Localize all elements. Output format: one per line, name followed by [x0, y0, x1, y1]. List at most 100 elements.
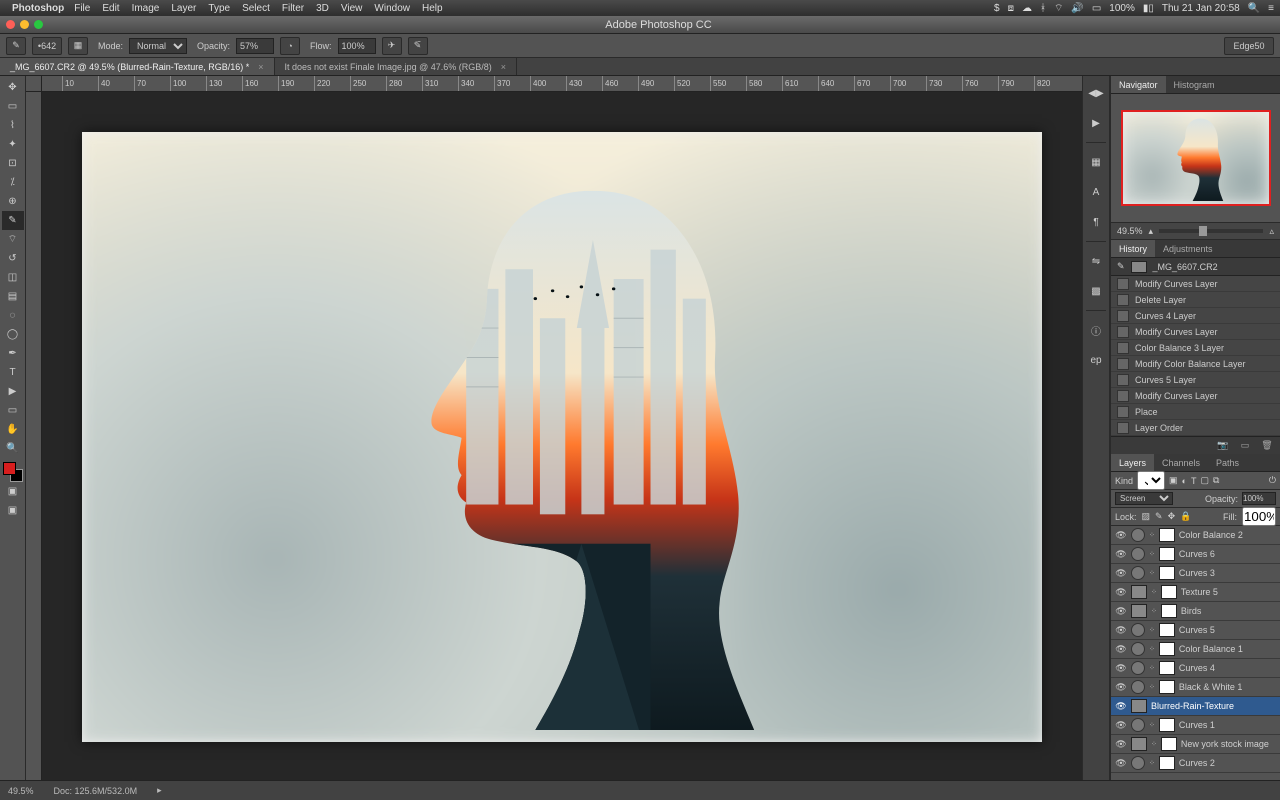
ruler-corner[interactable] — [26, 76, 42, 92]
history-source-row[interactable]: ✎ _MG_6607.CR2 — [1111, 258, 1280, 276]
navigator-zoom-slider[interactable]: 49.5% ▴ ▵ — [1111, 222, 1280, 240]
panel-handle-icon[interactable]: ◀▶ — [1085, 82, 1107, 104]
link-icon[interactable]: ⁘ — [1149, 759, 1155, 767]
color-swatches[interactable] — [3, 462, 23, 482]
move-tool[interactable]: ✥ — [2, 78, 24, 97]
layer-visibility-icon[interactable]: 👁 — [1115, 549, 1127, 560]
layer-row[interactable]: 👁⁘Curves 5 — [1111, 621, 1280, 640]
layer-thumbnail[interactable] — [1131, 585, 1147, 599]
status-dropbox-icon[interactable]: ⧈ — [1008, 3, 1014, 14]
link-icon[interactable]: ⁘ — [1149, 550, 1155, 558]
layer-mask-thumbnail[interactable] — [1161, 737, 1177, 751]
layer-thumbnail[interactable] — [1131, 699, 1147, 713]
filter-adjust-icon[interactable]: ◐ — [1182, 476, 1187, 486]
zoom-tool[interactable]: 🔍 — [2, 439, 24, 458]
document-tab-0[interactable]: _MG_6607.CR2 @ 49.5% (Blurred-Rain-Textu… — [0, 58, 275, 75]
lock-pos-icon[interactable]: ✥ — [1168, 511, 1176, 522]
menu-edit[interactable]: Edit — [102, 3, 119, 14]
layer-name[interactable]: Curves 1 — [1179, 720, 1276, 730]
ep-icon[interactable]: ep — [1085, 349, 1107, 371]
lasso-tool[interactable]: ⌇ — [2, 116, 24, 135]
quick-mask-icon[interactable]: ▣ — [2, 482, 24, 501]
document-tab-1[interactable]: It does not exist Finale Image.jpg @ 47.… — [275, 58, 518, 75]
layer-visibility-icon[interactable]: 👁 — [1115, 739, 1127, 750]
link-icon[interactable]: ⁘ — [1151, 740, 1157, 748]
layer-mask-thumbnail[interactable] — [1159, 756, 1175, 770]
layer-visibility-icon[interactable]: 👁 — [1115, 644, 1127, 655]
vertical-ruler[interactable] — [26, 92, 42, 780]
link-icon[interactable]: ⁘ — [1151, 588, 1157, 596]
brush-tool[interactable]: ✎ — [2, 211, 24, 230]
layer-name[interactable]: New york stock image — [1181, 739, 1276, 749]
history-item[interactable]: Modify Curves Layer — [1111, 276, 1280, 292]
status-clock[interactable]: Thu 21 Jan 20:58 — [1162, 3, 1240, 14]
menu-extras-icon[interactable]: ≡ — [1268, 3, 1274, 14]
layer-visibility-icon[interactable]: 👁 — [1115, 758, 1127, 769]
layer-row[interactable]: 👁⁘Texture 5 — [1111, 583, 1280, 602]
layer-thumbnail[interactable] — [1131, 604, 1147, 618]
marquee-tool[interactable]: ▭ — [2, 97, 24, 116]
info-icon[interactable]: ⓘ — [1085, 319, 1107, 341]
horizontal-ruler[interactable]: 1040701001301601902202502803103403704004… — [42, 76, 1082, 92]
history-item[interactable]: Modify Color Balance Layer — [1111, 356, 1280, 372]
link-icon[interactable]: ⁘ — [1149, 645, 1155, 653]
status-bluetooth-icon[interactable]: ᚼ — [1040, 3, 1046, 14]
brush-panel-icon[interactable]: ▦ — [68, 37, 88, 55]
histogram-tab[interactable]: Histogram — [1166, 76, 1223, 93]
adjustments-tab[interactable]: Adjustments — [1155, 240, 1221, 257]
tool-preset-icon[interactable]: ✎ — [6, 37, 26, 55]
layer-visibility-icon[interactable]: 👁 — [1115, 530, 1127, 541]
layers-kind-select[interactable]: ⌄ — [1137, 471, 1165, 490]
blur-tool[interactable]: ◌ — [2, 306, 24, 325]
layer-visibility-icon[interactable]: 👁 — [1115, 606, 1127, 617]
filter-pixel-icon[interactable]: ▣ — [1169, 475, 1178, 486]
history-camera-icon[interactable]: 📷 — [1216, 439, 1230, 453]
path-select-tool[interactable]: ▶ — [2, 382, 24, 401]
size-pressure-icon[interactable]: ✎̃ — [408, 37, 428, 55]
layer-row[interactable]: 👁⁘Curves 4 — [1111, 659, 1280, 678]
history-item[interactable]: Place — [1111, 404, 1280, 420]
status-dollar-icon[interactable]: $ — [994, 3, 1000, 14]
history-item[interactable]: Curves 5 Layer — [1111, 372, 1280, 388]
history-item[interactable]: Layer Order — [1111, 420, 1280, 436]
layer-mask-thumbnail[interactable] — [1159, 547, 1175, 561]
link-icon[interactable]: ⁘ — [1149, 626, 1155, 634]
layer-name[interactable]: Curves 6 — [1179, 549, 1276, 559]
paths-tab[interactable]: Paths — [1208, 454, 1247, 471]
link-icon[interactable]: ⁘ — [1149, 569, 1155, 577]
eyedropper-tool[interactable]: ⁒ — [2, 173, 24, 192]
zoom-out-icon[interactable]: ▴ — [1149, 226, 1154, 237]
magic-wand-tool[interactable]: ✦ — [2, 135, 24, 154]
status-display-icon[interactable]: ▭ — [1092, 3, 1101, 14]
close-tab-icon[interactable]: × — [501, 62, 506, 72]
navigator-thumbnail[interactable] — [1121, 110, 1271, 206]
layer-name[interactable]: Curves 3 — [1179, 568, 1276, 578]
close-window-button[interactable] — [6, 20, 15, 29]
link-icon[interactable]: ⁘ — [1151, 607, 1157, 615]
menu-window[interactable]: Window — [374, 3, 410, 14]
channels-tab[interactable]: Channels — [1154, 454, 1208, 471]
layer-visibility-icon[interactable]: 👁 — [1115, 701, 1127, 712]
hand-tool[interactable]: ✋ — [2, 420, 24, 439]
layer-row[interactable]: 👁 ⁘ New york stock image — [1111, 735, 1280, 754]
layer-name[interactable]: Color Balance 1 — [1179, 644, 1276, 654]
layer-visibility-icon[interactable]: 👁 — [1115, 568, 1127, 579]
app-name[interactable]: Photoshop — [12, 3, 64, 14]
layer-row[interactable]: 👁⁘Black & White 1 — [1111, 678, 1280, 697]
layer-mask-thumbnail[interactable] — [1161, 585, 1177, 599]
flow-input[interactable] — [338, 38, 376, 54]
spotlight-icon[interactable]: 🔍 — [1248, 3, 1260, 14]
filter-toggle-icon[interactable]: ⏻ — [1269, 475, 1276, 486]
pen-tool[interactable]: ✒ — [2, 344, 24, 363]
status-zoom[interactable]: 49.5% — [8, 786, 34, 796]
menu-3d[interactable]: 3D — [316, 3, 329, 14]
layer-mask-thumbnail[interactable] — [1159, 661, 1175, 675]
menu-type[interactable]: Type — [208, 3, 230, 14]
character-icon[interactable]: A — [1085, 181, 1107, 203]
menu-file[interactable]: File — [74, 3, 90, 14]
clone-stamp-tool[interactable]: ⌔ — [2, 230, 24, 249]
history-item[interactable]: Color Balance 3 Layer — [1111, 340, 1280, 356]
history-item[interactable]: Modify Curves Layer — [1111, 388, 1280, 404]
status-volume-icon[interactable]: 🔊 — [1071, 3, 1083, 14]
blend-mode-select-layers[interactable]: Screen — [1115, 492, 1173, 505]
